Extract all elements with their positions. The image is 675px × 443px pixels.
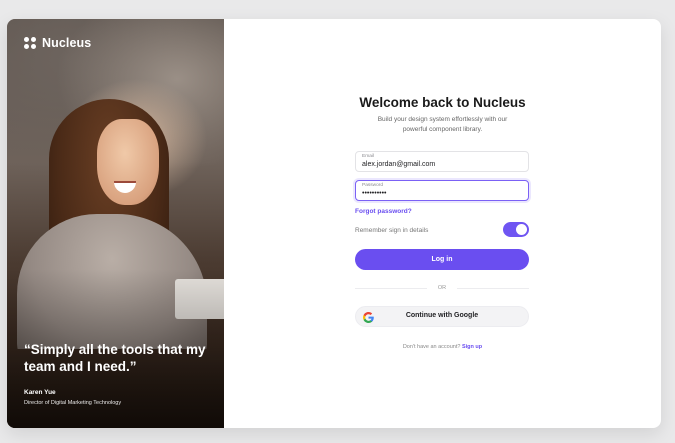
brand-name: Nucleus <box>42 36 92 50</box>
testimonial-quote: “Simply all the tools that my team and I… <box>24 342 206 374</box>
testimonial-author: Karen Yue Director of Digital Marketing … <box>24 389 121 406</box>
login-form: Welcome back to Nucleus Build your desig… <box>224 19 661 428</box>
hero-panel: Nucleus “Simply all the tools that my te… <box>7 19 224 428</box>
signup-link[interactable]: Sign up <box>462 344 482 350</box>
brand: Nucleus <box>24 36 91 50</box>
subtitle-line-1: Build your design system effortlessly wi… <box>377 116 508 123</box>
remember-label: Remember sign in details <box>355 227 429 234</box>
remember-toggle[interactable] <box>503 222 529 237</box>
email-field[interactable]: Email alex.jordan@gmail.com <box>355 151 529 172</box>
divider-line-right <box>457 288 529 289</box>
toggle-knob <box>516 224 527 235</box>
password-field[interactable]: Password •••••••••• <box>355 180 529 201</box>
email-value: alex.jordan@gmail.com <box>362 161 436 168</box>
author-title: Director of Digital Marketing Technology <box>24 400 122 406</box>
signup-prompt: Don't have an account? <box>402 344 461 350</box>
signup-row: Don't have an account? Sign up <box>224 344 661 350</box>
forgot-password-link[interactable]: Forgot password? <box>355 208 412 215</box>
or-divider: OR <box>355 283 529 293</box>
google-button-label: Continue with Google <box>405 312 479 319</box>
login-card: Nucleus “Simply all the tools that my te… <box>7 19 661 428</box>
author-name: Karen Yue <box>24 389 56 396</box>
subtitle-line-2: powerful component library. <box>402 126 483 133</box>
password-value: •••••••••• <box>362 190 387 197</box>
email-label: Email <box>362 154 374 159</box>
password-label: Password <box>362 183 384 188</box>
google-signin-button[interactable]: Continue with Google <box>355 306 529 327</box>
nucleus-logo-icon <box>24 37 36 49</box>
login-button[interactable]: Log in <box>355 249 529 270</box>
page-title: Welcome back to Nucleus <box>359 95 526 110</box>
page-subtitle: Build your design system effortlessly wi… <box>224 115 661 135</box>
